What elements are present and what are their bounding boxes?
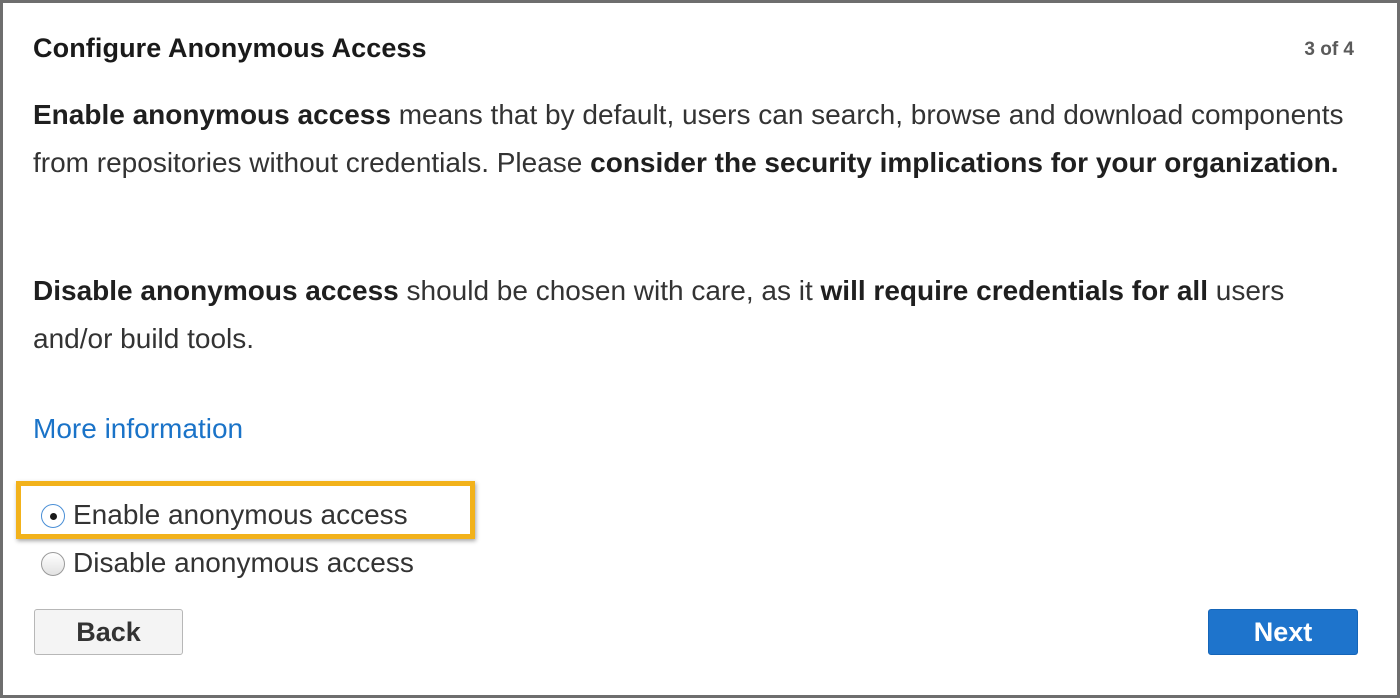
- disable-description-text: should be chosen with care, as it: [398, 275, 821, 306]
- radio-unselected-icon[interactable]: [41, 552, 65, 576]
- credentials-warning: will require credentials for all: [820, 275, 1208, 306]
- enable-anonymous-access-option[interactable]: Enable anonymous access: [41, 495, 408, 535]
- dialog-title: Configure Anonymous Access: [33, 33, 427, 63]
- back-button[interactable]: Back: [34, 609, 183, 655]
- configure-anonymous-access-dialog: Configure Anonymous Access 3 of 4 Enable…: [0, 0, 1400, 698]
- enable-description: Enable anonymous access means that by de…: [33, 91, 1353, 187]
- security-warning: consider the security implications for y…: [590, 147, 1339, 178]
- radio-dot-icon: [49, 512, 57, 520]
- disable-description: Disable anonymous access should be chose…: [33, 267, 1353, 363]
- disable-option-label: Disable anonymous access: [73, 547, 414, 578]
- step-indicator: 3 of 4: [1304, 39, 1354, 60]
- enable-term: Enable anonymous access: [33, 99, 391, 130]
- disable-anonymous-access-option[interactable]: Disable anonymous access: [41, 543, 414, 583]
- more-information-link[interactable]: More information: [33, 413, 243, 445]
- next-button[interactable]: Next: [1208, 609, 1358, 655]
- radio-selected-icon[interactable]: [41, 504, 65, 528]
- enable-option-label: Enable anonymous access: [73, 499, 408, 530]
- disable-term: Disable anonymous access: [33, 275, 399, 306]
